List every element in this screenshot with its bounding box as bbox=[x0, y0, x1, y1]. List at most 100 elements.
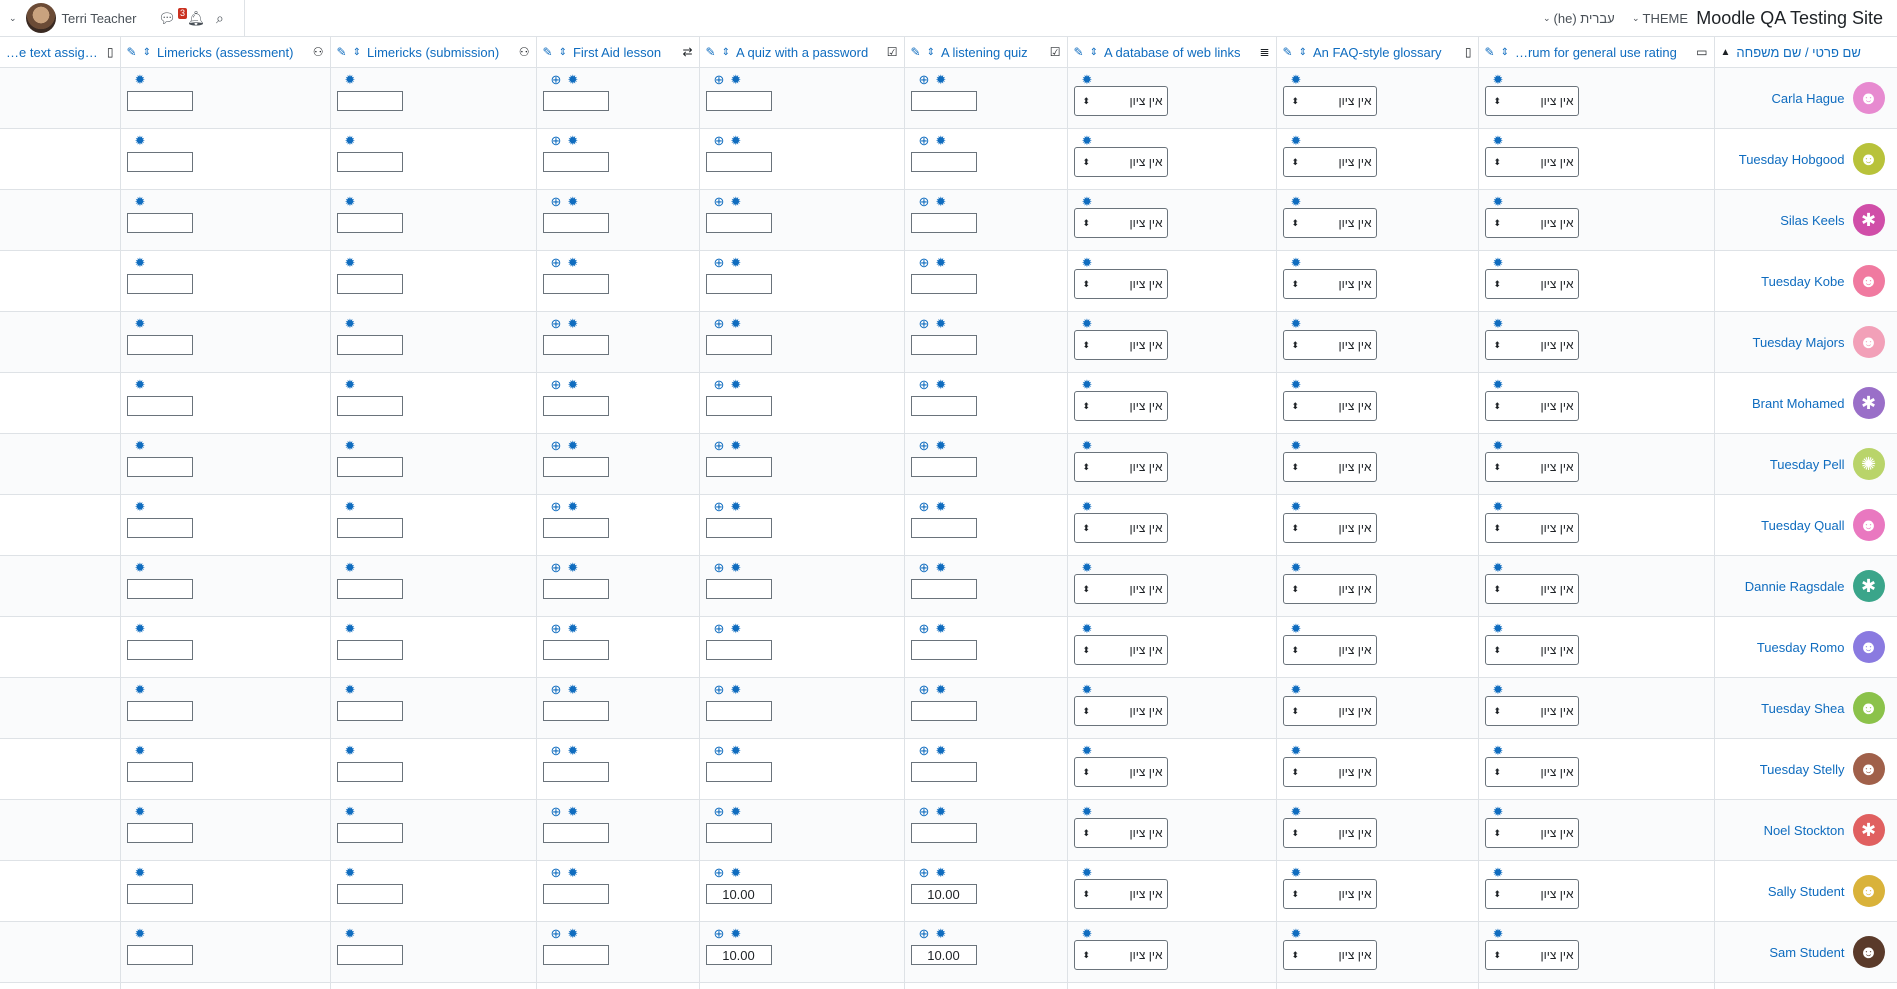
grade-select[interactable]: אין ציון ⬍ bbox=[1073, 147, 1168, 177]
grade-select[interactable]: אין ציון ⬍ bbox=[1073, 452, 1168, 482]
zoom-icon[interactable]: ⊕ bbox=[551, 377, 562, 393]
gear-icon[interactable]: ✹ bbox=[135, 621, 146, 637]
zoom-icon[interactable]: ⊕ bbox=[714, 316, 725, 332]
user-name-link[interactable]: Tuesday Hobgood bbox=[1739, 152, 1845, 167]
grade-input[interactable] bbox=[542, 518, 609, 538]
gear-icon[interactable]: ✹ bbox=[730, 682, 741, 698]
grade-input[interactable] bbox=[542, 884, 609, 904]
gear-icon[interactable]: ✹ bbox=[1291, 743, 1302, 759]
grade-input[interactable] bbox=[542, 945, 609, 965]
gear-icon[interactable]: ✹ bbox=[345, 377, 356, 393]
grade-select[interactable]: אין ציון ⬍ bbox=[1282, 452, 1377, 482]
grade-input[interactable] bbox=[126, 701, 193, 721]
gear-icon[interactable]: ✹ bbox=[935, 133, 946, 149]
gear-icon[interactable]: ✹ bbox=[1082, 804, 1093, 820]
gear-icon[interactable]: ✹ bbox=[567, 316, 578, 332]
zoom-icon[interactable]: ⊕ bbox=[714, 438, 725, 454]
gear-icon[interactable]: ✹ bbox=[730, 72, 741, 88]
grade-select[interactable]: אין ציון ⬍ bbox=[1282, 330, 1377, 360]
gear-icon[interactable]: ✹ bbox=[135, 72, 146, 88]
gear-icon[interactable]: ✹ bbox=[1082, 865, 1093, 881]
grade-input[interactable] bbox=[910, 823, 977, 843]
zoom-icon[interactable]: ⊕ bbox=[551, 743, 562, 759]
user-name-link[interactable]: Tuesday Shea bbox=[1761, 701, 1844, 716]
gear-icon[interactable]: ✹ bbox=[1082, 72, 1093, 88]
gear-icon[interactable]: ✹ bbox=[345, 499, 356, 515]
zoom-icon[interactable]: ⊕ bbox=[714, 377, 725, 393]
gear-icon[interactable]: ✹ bbox=[935, 926, 946, 942]
gear-icon[interactable]: ✹ bbox=[135, 743, 146, 759]
gear-icon[interactable]: ✹ bbox=[1291, 438, 1302, 454]
search-button[interactable]: ⌕ bbox=[216, 0, 224, 36]
gear-icon[interactable]: ✹ bbox=[345, 865, 356, 881]
gear-icon[interactable]: ✹ bbox=[1291, 804, 1302, 820]
grade-input[interactable] bbox=[336, 91, 403, 111]
gear-icon[interactable]: ✹ bbox=[1291, 133, 1302, 149]
zoom-icon[interactable]: ⊕ bbox=[919, 194, 930, 210]
grade-input[interactable] bbox=[126, 945, 193, 965]
grade-input[interactable] bbox=[126, 762, 193, 782]
zoom-icon[interactable]: ⊕ bbox=[551, 72, 562, 88]
gear-icon[interactable]: ✹ bbox=[1291, 255, 1302, 271]
gear-icon[interactable]: ✹ bbox=[1493, 865, 1504, 881]
gear-icon[interactable]: ✹ bbox=[730, 499, 741, 515]
gear-icon[interactable]: ✹ bbox=[730, 133, 741, 149]
gear-icon[interactable]: ✹ bbox=[730, 560, 741, 576]
grade-input[interactable] bbox=[542, 274, 609, 294]
gear-icon[interactable]: ✹ bbox=[567, 621, 578, 637]
gear-icon[interactable]: ✹ bbox=[935, 377, 946, 393]
zoom-icon[interactable]: ⊕ bbox=[551, 316, 562, 332]
gear-icon[interactable]: ✹ bbox=[135, 560, 146, 576]
grade-input[interactable] bbox=[705, 335, 772, 355]
sort-icon[interactable]: ⇕ bbox=[927, 47, 935, 58]
grade-select[interactable]: אין ציון ⬍ bbox=[1282, 513, 1377, 543]
gear-icon[interactable]: ✹ bbox=[1493, 316, 1504, 332]
gear-icon[interactable]: ✹ bbox=[935, 621, 946, 637]
grade-select[interactable]: אין ציון ⬍ bbox=[1282, 269, 1377, 299]
grade-select[interactable]: אין ציון ⬍ bbox=[1282, 635, 1377, 665]
grade-input[interactable] bbox=[705, 823, 772, 843]
gear-icon[interactable]: ✹ bbox=[935, 72, 946, 88]
pencil-icon[interactable]: ✎ bbox=[911, 45, 921, 59]
grade-select[interactable]: אין ציון ⬍ bbox=[1073, 635, 1168, 665]
gear-icon[interactable]: ✹ bbox=[935, 865, 946, 881]
grade-input[interactable] bbox=[910, 579, 977, 599]
gear-icon[interactable]: ✹ bbox=[135, 316, 146, 332]
gear-icon[interactable]: ✹ bbox=[1082, 926, 1093, 942]
grade-select[interactable]: אין ציון ⬍ bbox=[1484, 574, 1579, 604]
grade-input[interactable] bbox=[336, 579, 403, 599]
gear-icon[interactable]: ✹ bbox=[935, 804, 946, 820]
gear-icon[interactable]: ✹ bbox=[1082, 133, 1093, 149]
notifications-button[interactable]: 3 🔔︎ bbox=[178, 0, 205, 36]
grade-input[interactable] bbox=[542, 579, 609, 599]
gear-icon[interactable]: ✹ bbox=[1291, 865, 1302, 881]
sort-icon[interactable]: ⇕ bbox=[1299, 47, 1307, 58]
gear-icon[interactable]: ✹ bbox=[135, 377, 146, 393]
grade-select[interactable]: אין ציון ⬍ bbox=[1282, 208, 1377, 238]
gear-icon[interactable]: ✹ bbox=[567, 804, 578, 820]
grade-input[interactable] bbox=[126, 457, 193, 477]
gear-icon[interactable]: ✹ bbox=[1493, 377, 1504, 393]
gear-icon[interactable]: ✹ bbox=[935, 316, 946, 332]
grade-input[interactable] bbox=[910, 518, 977, 538]
gear-icon[interactable]: ✹ bbox=[135, 682, 146, 698]
grade-input[interactable] bbox=[705, 945, 772, 965]
zoom-icon[interactable]: ⊕ bbox=[919, 743, 930, 759]
gear-icon[interactable]: ✹ bbox=[730, 804, 741, 820]
zoom-icon[interactable]: ⊕ bbox=[714, 926, 725, 942]
column-title-link[interactable]: Limericks (submission) bbox=[367, 45, 513, 60]
gear-icon[interactable]: ✹ bbox=[1493, 72, 1504, 88]
zoom-icon[interactable]: ⊕ bbox=[551, 133, 562, 149]
gear-icon[interactable]: ✹ bbox=[135, 438, 146, 454]
gear-icon[interactable]: ✹ bbox=[935, 194, 946, 210]
gear-icon[interactable]: ✹ bbox=[730, 621, 741, 637]
grade-select[interactable]: אין ציון ⬍ bbox=[1484, 757, 1579, 787]
zoom-icon[interactable]: ⊕ bbox=[551, 621, 562, 637]
zoom-icon[interactable]: ⊕ bbox=[919, 621, 930, 637]
gear-icon[interactable]: ✹ bbox=[1082, 377, 1093, 393]
sort-icon[interactable]: ⇕ bbox=[1501, 47, 1509, 58]
grade-input[interactable] bbox=[910, 213, 977, 233]
grade-input[interactable] bbox=[542, 762, 609, 782]
user-column-header[interactable]: שם פרטי / שם משפחה ▲ bbox=[1714, 37, 1897, 68]
gear-icon[interactable]: ✹ bbox=[1082, 621, 1093, 637]
